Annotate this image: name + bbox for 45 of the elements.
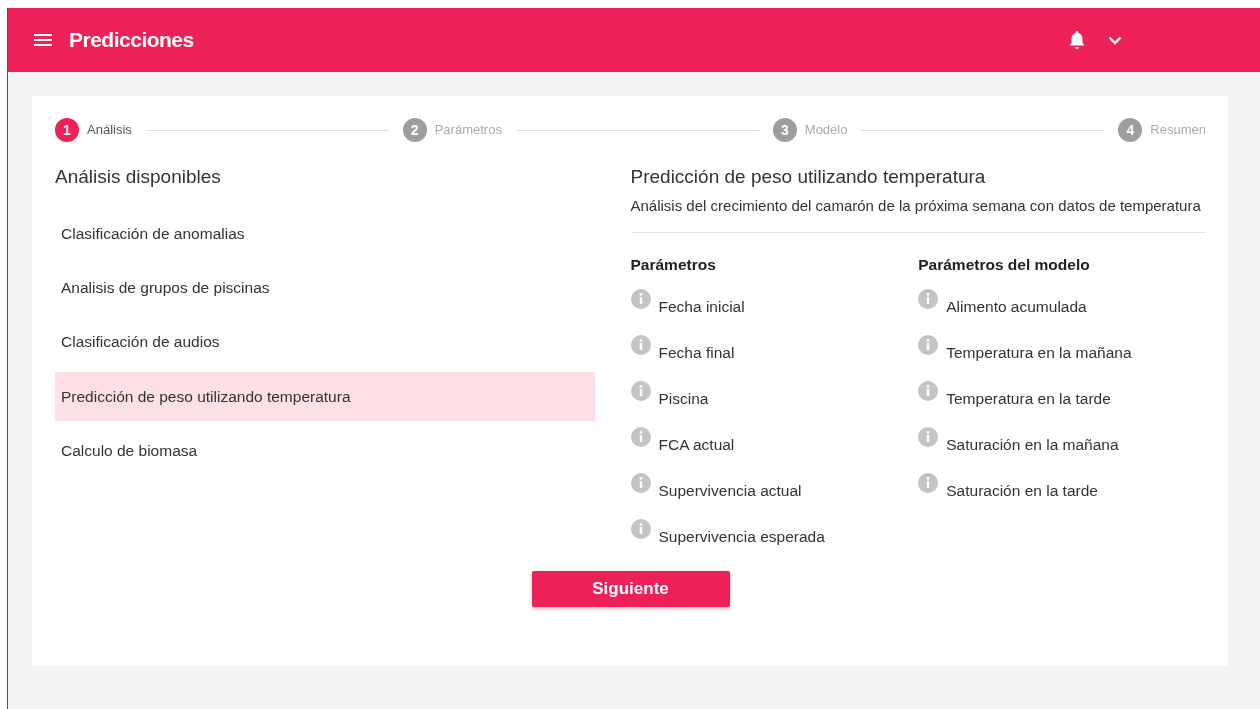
parameter-label: Supervivencia actual	[658, 480, 802, 501]
info-icon[interactable]	[630, 518, 651, 539]
step-number[interactable]: 2	[402, 118, 427, 142]
next-button[interactable]: Siguiente	[531, 570, 730, 607]
step-label[interactable]: Resumen	[1150, 120, 1206, 140]
parameter-label: Saturación en la tarde	[946, 480, 1098, 501]
section-title: Análisis disponibles	[55, 166, 222, 189]
analysis-item[interactable]: Analisis de grupos de piscinas	[55, 263, 595, 313]
page-title: Predicciones	[69, 27, 194, 53]
step-label[interactable]: Modelo	[804, 120, 848, 140]
parameter-label: Alimento acumulada	[946, 296, 1087, 317]
parameter-label: Temperatura en la tarde	[946, 388, 1111, 409]
info-icon[interactable]	[630, 380, 651, 401]
parameter-label: Fecha inicial	[658, 296, 745, 317]
step-number[interactable]: 3	[772, 118, 797, 142]
menu-icon[interactable]	[34, 33, 52, 47]
parameter-label: Fecha final	[658, 342, 735, 363]
info-icon[interactable]	[630, 426, 651, 447]
analysis-item[interactable]: Clasificación de anomalias	[55, 208, 595, 259]
info-icon[interactable]	[918, 472, 939, 493]
chevron-down-icon[interactable]	[1108, 35, 1122, 45]
info-icon[interactable]	[918, 334, 939, 355]
step-label[interactable]: Análisis	[87, 120, 132, 140]
info-icon[interactable]	[918, 380, 939, 401]
step-number[interactable]: 4	[1118, 118, 1143, 142]
analysis-item[interactable]: Calculo de biomasa	[55, 425, 595, 476]
step-label[interactable]: Parámetros	[434, 120, 502, 140]
info-icon[interactable]	[630, 472, 651, 493]
section-title: Predicción de peso utilizando temperatura	[630, 166, 987, 189]
parameter-label: FCA actual	[658, 434, 735, 455]
analysis-item[interactable]: Clasificación de audios	[55, 317, 595, 367]
info-icon[interactable]	[630, 288, 651, 309]
parameter-label: Temperatura en la mañana	[946, 342, 1132, 363]
step-number[interactable]: 1	[55, 118, 79, 142]
parameter-label: Piscina	[658, 388, 709, 409]
description-text: Análisis del crecimiento del camarón de la próxima semana con datos de temperatura	[630, 194, 1206, 234]
info-icon[interactable]	[918, 426, 939, 447]
info-icon[interactable]	[630, 334, 651, 355]
parameter-label: Supervivencia esperada	[658, 526, 825, 547]
group-title: Parámetros del modelo	[918, 255, 1091, 276]
analysis-item[interactable]: Predicción de peso utilizando temperatura	[55, 371, 595, 421]
info-icon[interactable]	[918, 288, 939, 309]
parameter-label: Saturación en la mañana	[946, 434, 1119, 455]
group-title: Parámetros	[630, 255, 717, 276]
notification-bell-icon[interactable]	[1068, 30, 1086, 50]
